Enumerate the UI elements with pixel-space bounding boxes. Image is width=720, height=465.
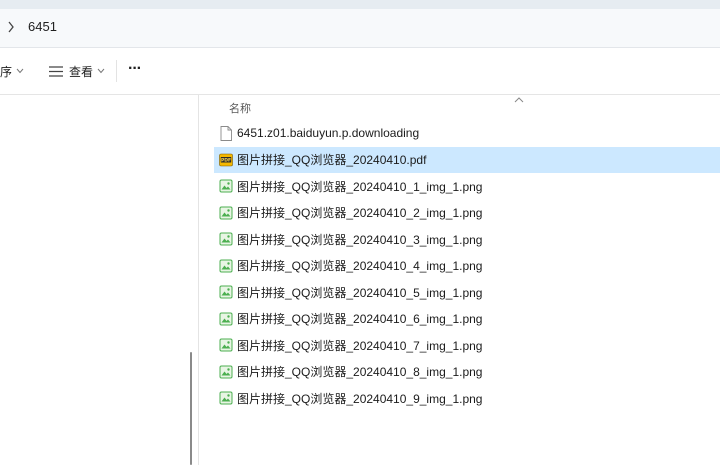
view-button[interactable]: 查看 bbox=[49, 62, 105, 80]
nav-scrollbar[interactable] bbox=[190, 352, 192, 465]
file-row[interactable]: 图片拼接_QQ浏览器_20240410_1_img_1.png bbox=[214, 173, 720, 200]
file-list: 6451.z01.baiduyun.p.downloading PDF 图片拼接_Q… bbox=[214, 120, 720, 412]
file-row[interactable]: 图片拼接_QQ浏览器_20240410_4_img_1.png bbox=[214, 253, 720, 280]
sort-ascending-icon bbox=[514, 96, 524, 104]
more-options-button[interactable]: ··· bbox=[128, 60, 142, 78]
file-explorer-window: 6451 排序 查看 ··· 名称 bbox=[0, 0, 720, 465]
file-name: 图片拼接_QQ浏览器_20240410_2_img_1.png bbox=[237, 206, 483, 221]
file-name: 图片拼接_QQ浏览器_20240410_3_img_1.png bbox=[237, 232, 483, 247]
file-row[interactable]: 图片拼接_QQ浏览器_20240410_7_img_1.png bbox=[214, 332, 720, 359]
generic-file-icon bbox=[219, 125, 233, 141]
sort-label: 排序 bbox=[0, 64, 13, 79]
sort-button[interactable]: 排序 bbox=[0, 62, 24, 80]
column-header: 名称 bbox=[214, 95, 720, 120]
pdf-file-icon: PDF bbox=[219, 152, 233, 168]
file-name: 图片拼接_QQ浏览器_20240410_7_img_1.png bbox=[237, 338, 483, 353]
pane-divider[interactable] bbox=[198, 95, 199, 465]
file-row[interactable]: 图片拼接_QQ浏览器_20240410_2_img_1.png bbox=[214, 200, 720, 227]
breadcrumb-folder[interactable]: 6451 bbox=[28, 19, 57, 34]
command-toolbar: 排序 查看 ··· bbox=[0, 48, 720, 95]
column-header-name[interactable]: 名称 bbox=[229, 100, 251, 116]
png-file-icon bbox=[219, 231, 233, 247]
svg-text:PDF: PDF bbox=[221, 157, 231, 163]
png-file-icon bbox=[219, 364, 233, 380]
view-label: 查看 bbox=[69, 64, 94, 79]
chevron-right-icon[interactable] bbox=[4, 19, 18, 35]
navigation-pane[interactable] bbox=[0, 95, 200, 465]
address-bar[interactable]: 6451 bbox=[0, 9, 720, 48]
file-name: 图片拼接_QQ浏览器_20240410_4_img_1.png bbox=[237, 259, 483, 274]
file-list-pane: 名称 6451.z01.baiduyun.p.downloading PDF 图片拼… bbox=[214, 95, 720, 465]
png-file-icon bbox=[219, 258, 233, 274]
file-row[interactable]: 图片拼接_QQ浏览器_20240410_8_img_1.png bbox=[214, 359, 720, 386]
file-name: 图片拼接_QQ浏览器_20240410_8_img_1.png bbox=[237, 365, 483, 380]
png-file-icon bbox=[219, 311, 233, 327]
png-file-icon bbox=[219, 337, 233, 353]
png-file-icon bbox=[219, 178, 233, 194]
toolbar-divider bbox=[116, 60, 117, 82]
file-name: 图片拼接_QQ浏览器_20240410.pdf bbox=[237, 153, 427, 168]
title-strip bbox=[0, 0, 720, 9]
file-name: 图片拼接_QQ浏览器_20240410_5_img_1.png bbox=[237, 285, 483, 300]
png-file-icon bbox=[219, 390, 233, 406]
file-row[interactable]: 图片拼接_QQ浏览器_20240410_9_img_1.png bbox=[214, 385, 720, 412]
chevron-down-icon bbox=[97, 67, 105, 75]
file-row[interactable]: 6451.z01.baiduyun.p.downloading bbox=[214, 120, 720, 147]
png-file-icon bbox=[219, 284, 233, 300]
chevron-down-icon bbox=[16, 67, 24, 75]
more-icon: ··· bbox=[128, 60, 142, 77]
list-view-icon bbox=[49, 65, 63, 77]
file-row[interactable]: PDF 图片拼接_QQ浏览器_20240410.pdf bbox=[214, 146, 720, 173]
file-name: 图片拼接_QQ浏览器_20240410_1_img_1.png bbox=[237, 179, 483, 194]
file-row[interactable]: 图片拼接_QQ浏览器_20240410_5_img_1.png bbox=[214, 279, 720, 306]
file-name: 图片拼接_QQ浏览器_20240410_9_img_1.png bbox=[237, 391, 483, 406]
file-row[interactable]: 图片拼接_QQ浏览器_20240410_6_img_1.png bbox=[214, 306, 720, 333]
file-name: 6451.z01.baiduyun.p.downloading bbox=[237, 126, 420, 141]
png-file-icon bbox=[219, 205, 233, 221]
file-row[interactable]: 图片拼接_QQ浏览器_20240410_3_img_1.png bbox=[214, 226, 720, 253]
file-name: 图片拼接_QQ浏览器_20240410_6_img_1.png bbox=[237, 312, 483, 327]
